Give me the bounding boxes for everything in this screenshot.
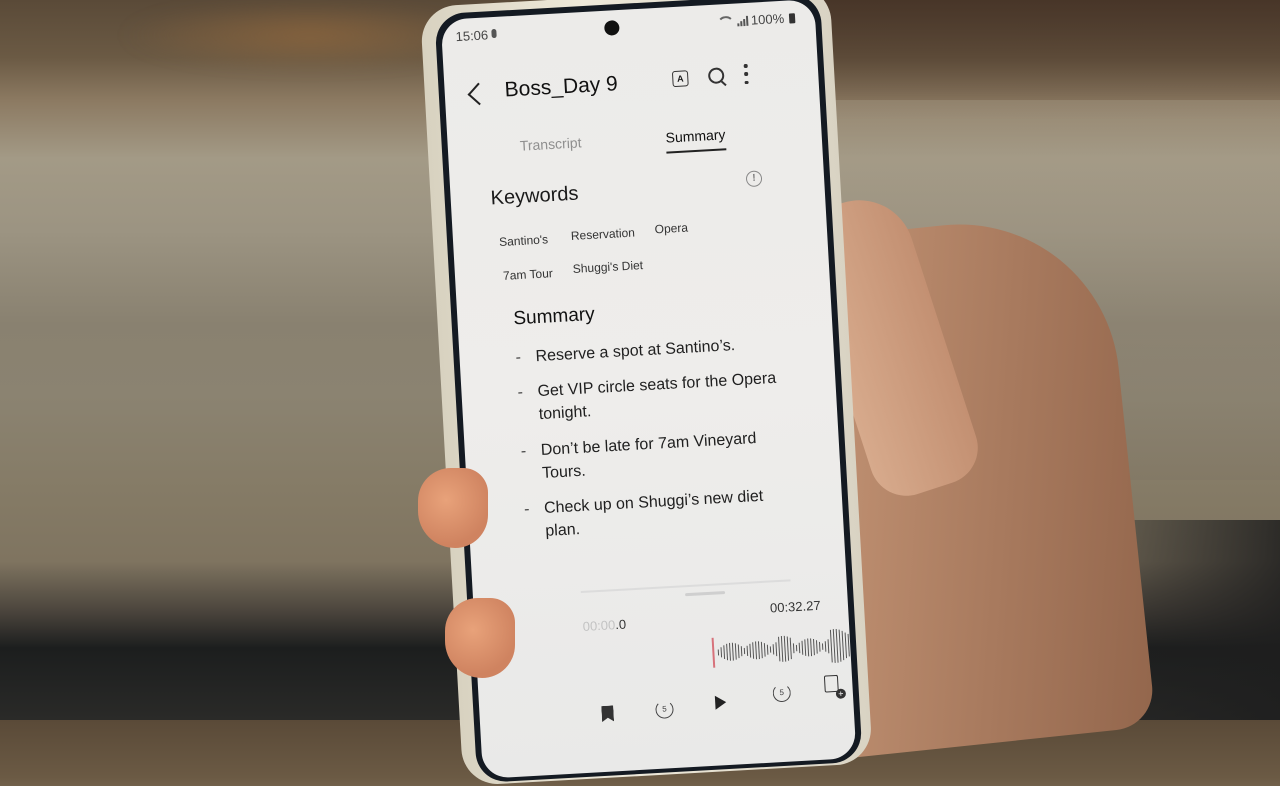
waveform[interactable] bbox=[715, 625, 856, 672]
battery-icon bbox=[789, 13, 796, 23]
app-bar: Boss_Day 9 A bbox=[444, 57, 820, 118]
signal-icon bbox=[737, 15, 749, 26]
waveform-bar bbox=[819, 642, 820, 652]
summary-list: Reserve a spot at Santino’s. Get VIP cir… bbox=[513, 331, 794, 556]
status-time: 15:06 bbox=[455, 27, 488, 44]
waveform-bar bbox=[828, 639, 829, 653]
forward-5-icon[interactable]: 5 bbox=[772, 684, 791, 703]
summary-item: Check up on Shuggi’s new diet plan. bbox=[521, 483, 793, 544]
waveform-bar bbox=[839, 630, 841, 662]
info-icon[interactable]: ! bbox=[746, 170, 763, 187]
more-options-icon[interactable] bbox=[744, 64, 749, 84]
drag-handle[interactable] bbox=[685, 591, 725, 596]
waveform-bar bbox=[741, 646, 742, 656]
waveform-bar bbox=[732, 643, 733, 661]
waveform-bar bbox=[729, 643, 730, 661]
waveform-bar bbox=[750, 644, 751, 658]
keyword-chip[interactable]: Shuggi's Diet bbox=[572, 258, 643, 276]
waveform-bar bbox=[764, 643, 765, 657]
wifi-icon bbox=[717, 16, 735, 28]
waveform-bar bbox=[833, 629, 835, 663]
waveform-bar bbox=[784, 636, 785, 662]
summary-item: Don’t be late for 7am Vineyard Tours. bbox=[518, 425, 790, 486]
current-time-fraction: .0 bbox=[615, 617, 627, 633]
thumb bbox=[445, 598, 515, 678]
summary-item: Reserve a spot at Santino’s. bbox=[513, 331, 784, 369]
waveform-bar bbox=[825, 641, 826, 651]
add-bookmark-icon[interactable] bbox=[824, 675, 839, 693]
waveform-bar bbox=[848, 634, 849, 656]
summary-item: Get VIP circle seats for the Opera tonig… bbox=[515, 367, 787, 428]
current-time-main: 00:00 bbox=[582, 617, 615, 634]
current-time: 00:00.0 bbox=[582, 617, 626, 634]
waveform-bar bbox=[842, 631, 844, 660]
waveform-bar bbox=[721, 647, 722, 657]
progress-track[interactable] bbox=[581, 579, 791, 593]
waveform-bar bbox=[830, 630, 832, 663]
playback-controls: 5 5 bbox=[479, 680, 855, 741]
keyword-chip[interactable]: Santino's bbox=[499, 232, 549, 249]
waveform-bar bbox=[781, 636, 782, 662]
keyword-list: Santino's Reservation Opera 7am Tour Shu… bbox=[498, 215, 758, 230]
waveform-bar bbox=[773, 644, 774, 654]
microphone-icon bbox=[491, 29, 496, 38]
waveform-bar bbox=[793, 643, 794, 653]
waveform-bar bbox=[753, 642, 754, 658]
status-indicators: 100% bbox=[717, 10, 796, 29]
search-icon[interactable] bbox=[708, 67, 725, 84]
waveform-bar bbox=[779, 637, 780, 661]
back-icon[interactable] bbox=[468, 83, 491, 106]
waveform-bar bbox=[756, 641, 757, 659]
waveform-bar bbox=[790, 638, 791, 659]
playhead[interactable] bbox=[712, 638, 716, 668]
translate-icon[interactable]: A bbox=[672, 70, 689, 87]
battery-percent: 100% bbox=[750, 11, 784, 28]
tab-bar: Transcript Summary bbox=[447, 121, 822, 174]
tab-transcript[interactable]: Transcript bbox=[519, 134, 582, 159]
waveform-bar bbox=[787, 636, 788, 660]
waveform-bar bbox=[811, 638, 812, 656]
rewind-5-icon[interactable]: 5 bbox=[655, 700, 674, 719]
waveform-bar bbox=[814, 639, 815, 655]
audio-player: 00:00.0 00:32.27 5 5 bbox=[472, 568, 856, 779]
waveform-bar bbox=[735, 643, 736, 659]
waveform-bar bbox=[845, 633, 846, 659]
waveform-bar bbox=[747, 646, 748, 656]
waveform-bar bbox=[808, 639, 809, 657]
play-icon[interactable] bbox=[715, 695, 727, 710]
keyword-chip[interactable]: 7am Tour bbox=[503, 266, 554, 283]
waveform-bar bbox=[724, 645, 725, 659]
recording-title: Boss_Day 9 bbox=[504, 72, 618, 102]
waveform-bar bbox=[758, 641, 759, 659]
waveform-bar bbox=[816, 640, 817, 653]
summary-heading: Summary bbox=[513, 304, 595, 331]
total-time: 00:32.27 bbox=[770, 598, 821, 616]
waveform-bar bbox=[776, 642, 777, 656]
front-camera bbox=[604, 20, 620, 36]
waveform-bar bbox=[727, 644, 728, 660]
waveform-bar bbox=[767, 645, 768, 655]
waveform-bar bbox=[805, 639, 806, 656]
keyword-chip[interactable]: Opera bbox=[654, 221, 688, 237]
waveform-bar bbox=[836, 629, 838, 663]
waveform-bar bbox=[799, 643, 800, 653]
tab-summary[interactable]: Summary bbox=[665, 126, 726, 153]
keywords-heading: Keywords bbox=[490, 183, 579, 211]
thumb bbox=[418, 468, 488, 548]
waveform-bar bbox=[802, 641, 803, 655]
waveform-bar bbox=[738, 645, 739, 659]
waveform-bar bbox=[761, 642, 762, 658]
keyword-chip[interactable]: Reservation bbox=[571, 225, 636, 243]
